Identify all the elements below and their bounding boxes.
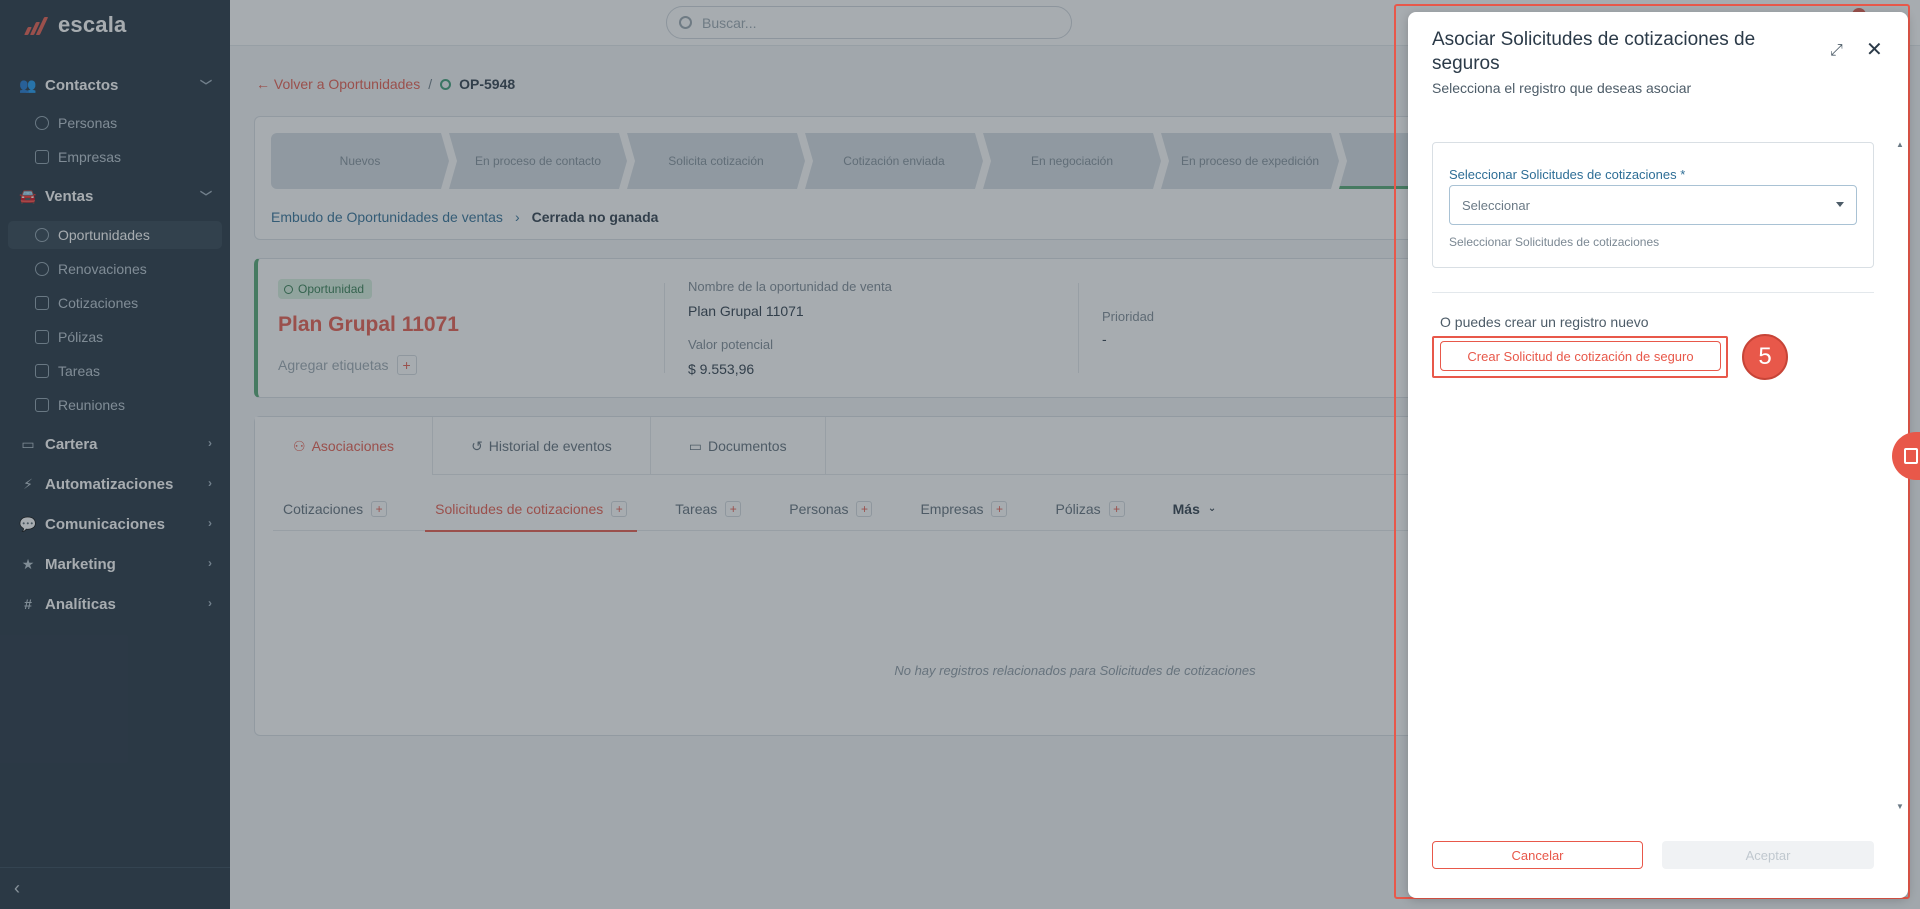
select-placeholder: Seleccionar	[1462, 197, 1530, 213]
step-number-badge: 5	[1742, 334, 1788, 380]
scroll-up-icon[interactable]: ▲	[1896, 140, 1904, 149]
calendar-icon	[1904, 448, 1918, 464]
expand-icon[interactable]: ⤢	[1830, 42, 1850, 62]
select-label: Seleccionar Solicitudes de cotizaciones …	[1449, 167, 1686, 182]
create-new-text: O puedes crear un registro nuevo	[1440, 314, 1649, 330]
select-card: Seleccionar Solicitudes de cotizaciones …	[1432, 142, 1874, 268]
accept-button[interactable]: Aceptar	[1662, 841, 1874, 869]
divider	[1432, 292, 1874, 293]
associate-drawer: Asociar Solicitudes de cotizaciones de s…	[1408, 12, 1908, 898]
scroll-down-icon[interactable]: ▼	[1896, 802, 1904, 811]
drawer-subtitle: Selecciona el registro que deseas asocia…	[1432, 80, 1692, 96]
select-help-text: Seleccionar Solicitudes de cotizaciones	[1449, 235, 1660, 249]
select-dropdown[interactable]: Seleccionar	[1449, 185, 1857, 225]
drawer-title: Asociar Solicitudes de cotizaciones de s…	[1432, 29, 1756, 74]
cancel-button[interactable]: Cancelar	[1432, 841, 1643, 869]
close-icon[interactable]: ✕	[1866, 40, 1886, 60]
create-request-button[interactable]: Crear Solicitud de cotización de seguro	[1440, 341, 1721, 371]
caret-down-icon	[1836, 202, 1844, 207]
